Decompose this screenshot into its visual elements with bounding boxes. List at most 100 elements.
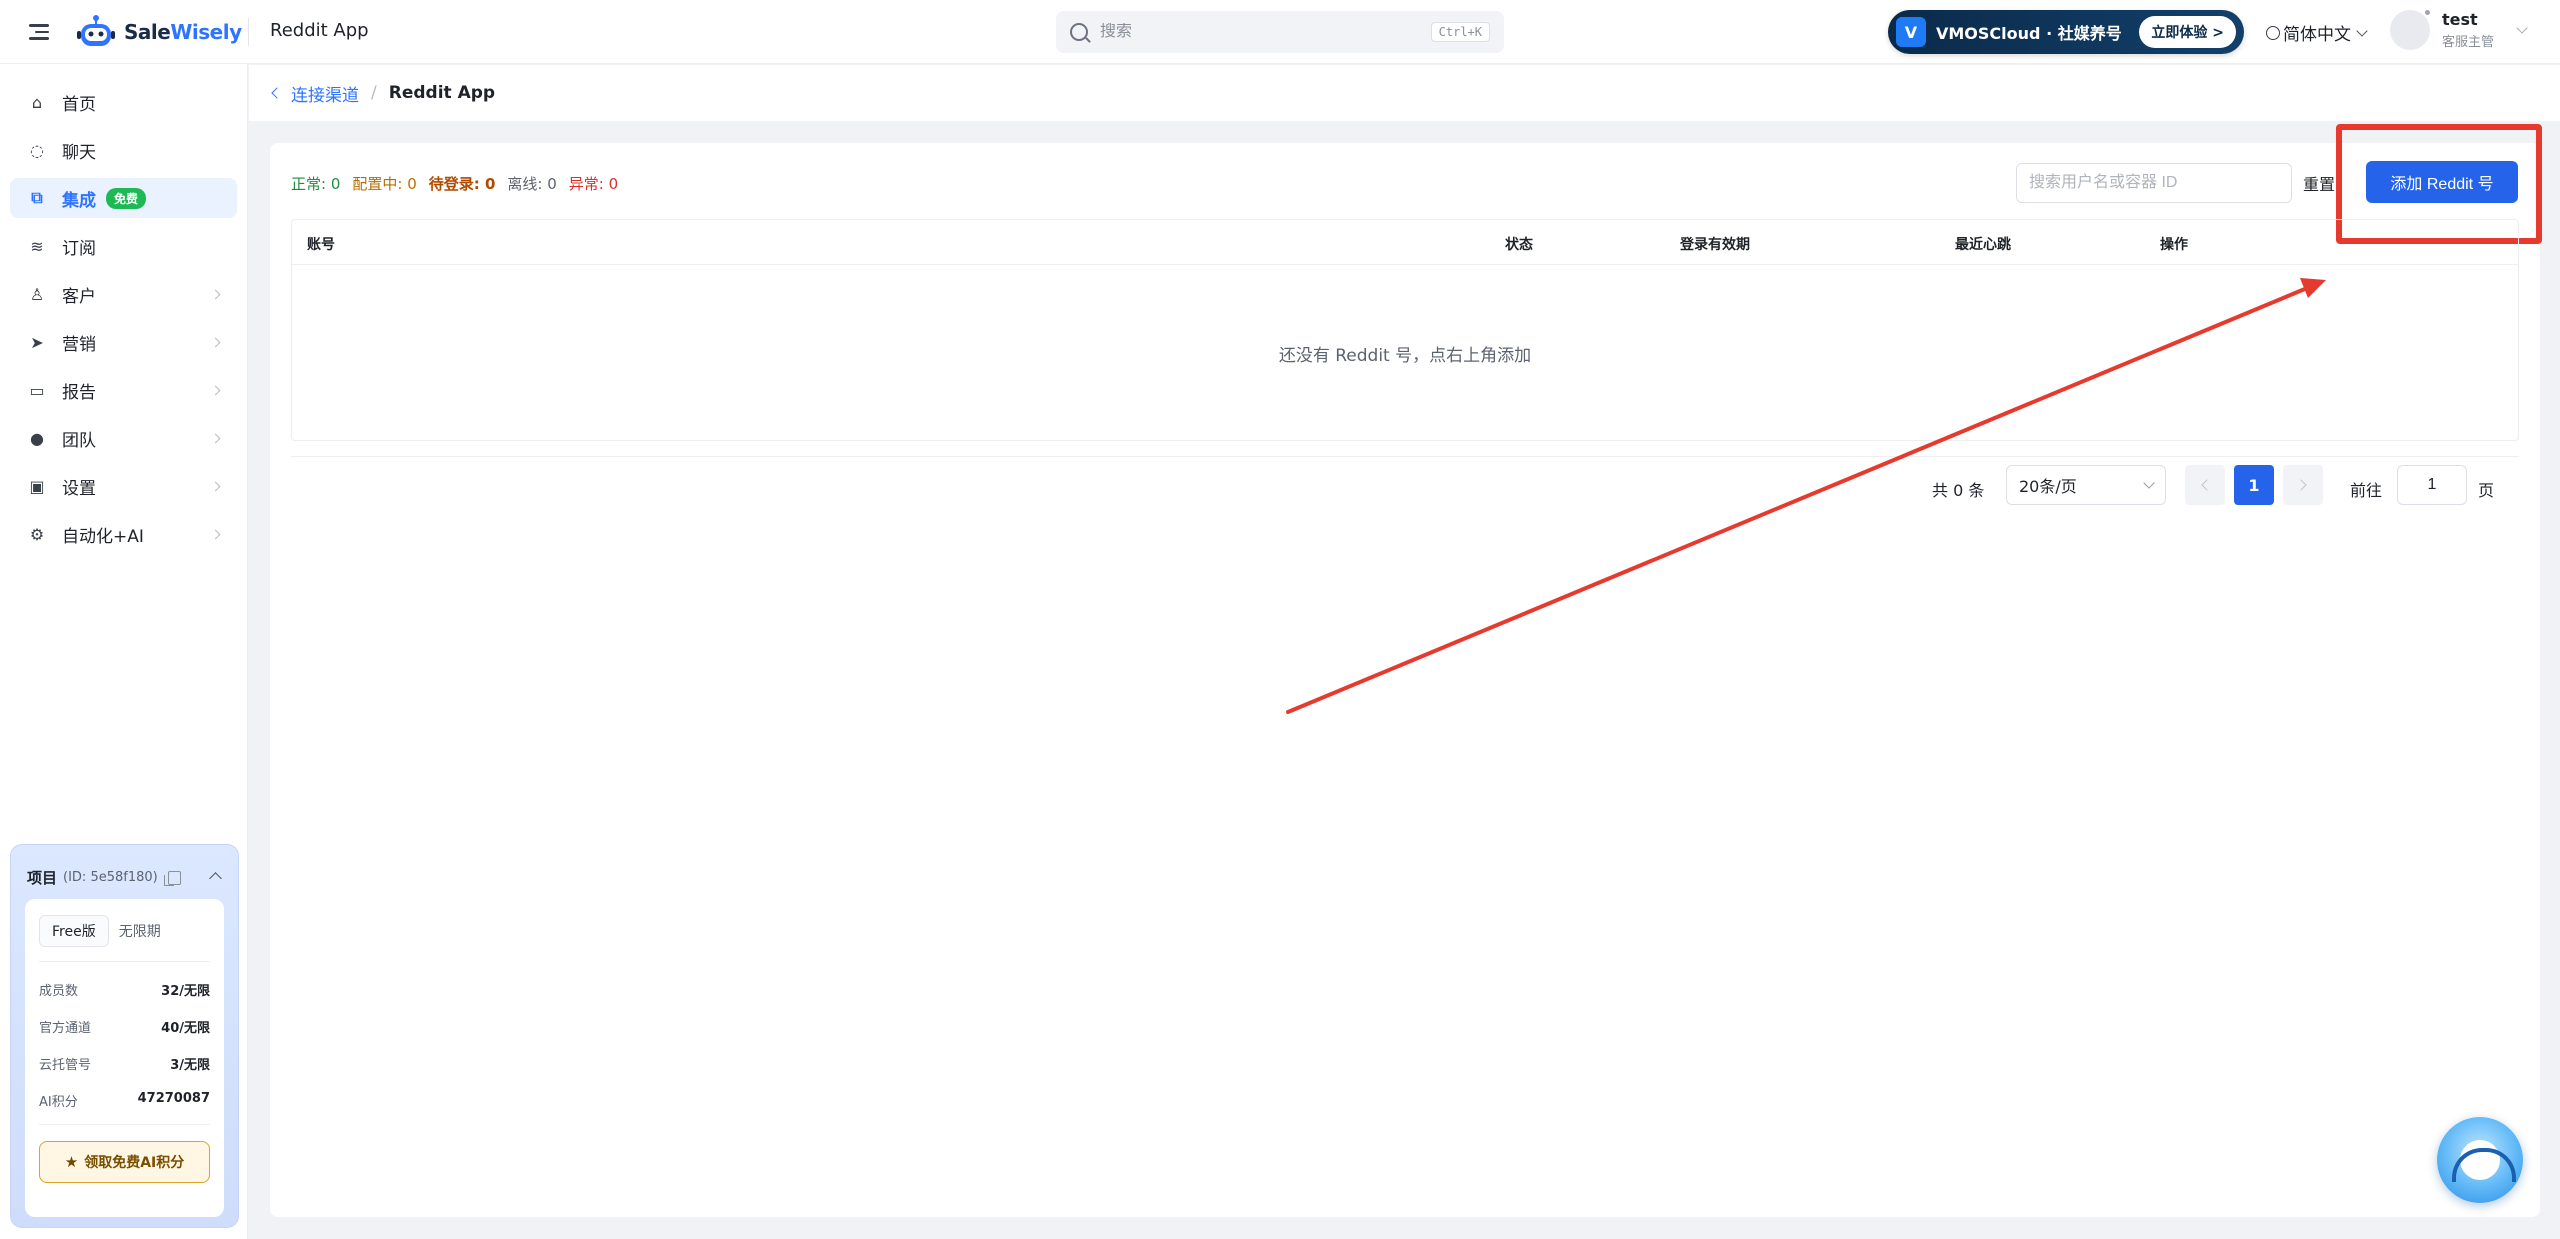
global-search-input[interactable]	[1100, 23, 1431, 41]
column-header-last-heartbeat: 最近心跳	[1955, 237, 2011, 253]
chevron-up-icon[interactable]	[209, 872, 222, 885]
user-role: 客服主管	[2442, 35, 2495, 50]
top-header: SaleWisely Reddit App Ctrl+K V VMOSCloud…	[0, 0, 2560, 64]
status-normal: 正常: 0	[291, 175, 341, 193]
status-error: 异常: 0	[568, 175, 619, 193]
marketing-icon: ➤	[30, 332, 44, 352]
customer-icon: ♙	[29, 284, 45, 304]
sidebar-item-label: 营销	[62, 334, 96, 355]
prev-page-button[interactable]	[2185, 465, 2225, 505]
settings-icon: ▣	[29, 476, 45, 496]
user-menu[interactable]: test 客服主管	[2390, 8, 2528, 50]
global-search[interactable]: Ctrl+K	[1056, 11, 1504, 53]
sidebar-item-label: 团队	[62, 430, 96, 451]
stat-value: 32/无限	[161, 984, 210, 999]
username-container-search-input[interactable]	[2016, 163, 2292, 203]
sidebar-item-integration[interactable]: ⧉ 集成 免费	[10, 178, 237, 218]
sidebar-item-label: 订阅	[62, 238, 96, 259]
goto-page-input[interactable]	[2397, 465, 2467, 505]
page-unit-label: 页	[2478, 481, 2495, 500]
accounts-table: 账号 状态 登录有效期 最近心跳 操作 还没有 Reddit 号，点右上角添加	[291, 219, 2519, 441]
add-reddit-account-button[interactable]: 添加 Reddit 号	[2366, 161, 2518, 203]
sidebar-item-team[interactable]: ● 团队	[10, 418, 237, 458]
customer-support-button[interactable]	[2437, 1117, 2523, 1203]
team-icon: ●	[30, 428, 44, 448]
page-number-button[interactable]: 1	[2234, 465, 2274, 505]
divider	[39, 1124, 210, 1125]
breadcrumb-parent-link[interactable]: 连接渠道	[291, 81, 359, 106]
column-header-status: 状态	[1505, 237, 1533, 253]
sidebar-item-label: 客户	[62, 286, 96, 307]
pagination: 共 0 条 20条/页 1 前往 页	[270, 465, 2540, 507]
integration-icon: ⧉	[31, 188, 43, 207]
copy-icon[interactable]	[163, 870, 181, 886]
sidebar-item-settings[interactable]: ▣ 设置	[10, 466, 237, 506]
project-details: Free版 无限期 成员数 32/无限 官方通道 40/无限 云托管号 3/无限…	[25, 899, 224, 1217]
sidebar-item-home[interactable]: ⌂ 首页	[10, 82, 237, 122]
sidebar-item-marketing[interactable]: ➤ 营销	[10, 322, 237, 362]
search-icon	[1070, 23, 1088, 41]
robot-logo-icon	[77, 15, 115, 46]
stat-row: 成员数 32/无限	[39, 980, 210, 999]
status-summary: 正常: 0 配置中: 0 待登录: 0 离线: 0 异常: 0	[291, 173, 618, 194]
sidebar-item-customer[interactable]: ♙ 客户	[10, 274, 237, 314]
chevron-right-icon	[210, 433, 221, 443]
sidebar-item-report[interactable]: ▭ 报告	[10, 370, 237, 410]
user-name: test	[2442, 10, 2478, 29]
header-divider	[248, 18, 249, 46]
project-id: (ID: 5e58f180)	[63, 870, 158, 885]
claim-ai-credits-button[interactable]: ★ 领取免费AI积分	[39, 1141, 210, 1183]
plan-term: 无限期	[118, 924, 161, 940]
logo-text: SaleWisely	[124, 20, 242, 44]
table-header: 账号 状态 登录有效期 最近心跳 操作	[292, 220, 2518, 265]
back-chevron-icon[interactable]	[271, 87, 283, 99]
promo-text: VMOSCloud · 社媒养号	[1936, 24, 2122, 43]
sidebar-nav: ⌂ 首页 ◌ 聊天 ⧉ 集成 免费 ≋ 订阅 ♙ 客户 ➤ 营销 ▭ 报告 ● …	[0, 64, 247, 554]
language-label: 简体中文	[2283, 25, 2351, 45]
sidebar-item-automation[interactable]: ⚙ 自动化+AI	[10, 514, 237, 554]
stat-label: 成员数	[39, 984, 79, 999]
column-header-account: 账号	[307, 237, 335, 253]
sidebar-item-label: 聊天	[62, 142, 96, 163]
stat-value: 3/无限	[170, 1058, 210, 1073]
stat-label: AI积分	[39, 1095, 78, 1110]
automation-icon: ⚙	[29, 524, 45, 544]
promo-try-button[interactable]: 立即体验 >	[2139, 16, 2236, 48]
stat-row: AI积分 47270087	[39, 1091, 210, 1110]
avatar	[2390, 8, 2432, 50]
subscription-icon: ≋	[30, 236, 44, 256]
promo-banner[interactable]: V VMOSCloud · 社媒养号 立即体验 >	[1888, 10, 2244, 54]
chevron-right-icon	[2295, 479, 2307, 491]
logo[interactable]: SaleWisely	[76, 14, 242, 50]
chevron-right-icon	[210, 289, 221, 299]
chat-icon: ◌	[30, 140, 44, 160]
project-header: 项目 (ID: 5e58f180)	[27, 867, 181, 888]
star-icon: ★	[64, 1153, 79, 1171]
status-pending-login: 待登录: 0	[428, 175, 496, 193]
sidebar: ⌂ 首页 ◌ 聊天 ⧉ 集成 免费 ≋ 订阅 ♙ 客户 ➤ 营销 ▭ 报告 ● …	[0, 64, 248, 1239]
plan-tag: Free版	[39, 915, 109, 947]
next-page-button[interactable]	[2283, 465, 2323, 505]
chevron-down-icon	[2143, 477, 2155, 489]
stat-label: 云托管号	[39, 1058, 92, 1073]
sidebar-item-label: 设置	[62, 478, 96, 499]
home-icon: ⌂	[31, 92, 43, 112]
breadcrumb: 连接渠道 / Reddit App	[249, 65, 2560, 121]
sidebar-item-label: 首页	[62, 94, 96, 115]
sidebar-item-label: 报告	[62, 382, 96, 403]
status-configuring: 配置中: 0	[352, 175, 417, 193]
status-offline: 离线: 0	[507, 175, 557, 193]
reset-button[interactable]: 重置	[2303, 171, 2335, 195]
page-size-select[interactable]: 20条/页	[2006, 465, 2166, 505]
sidebar-item-chat[interactable]: ◌ 聊天	[10, 130, 237, 170]
language-selector[interactable]: 简体中文	[2266, 20, 2368, 45]
stat-row: 官方通道 40/无限	[39, 1017, 210, 1036]
sidebar-item-subscription[interactable]: ≋ 订阅	[10, 226, 237, 266]
stat-value: 47270087	[137, 1091, 210, 1106]
project-card: 项目 (ID: 5e58f180) Free版 无限期 成员数 32/无限 官方…	[10, 844, 239, 1228]
status-dot	[2423, 8, 2432, 17]
column-header-actions: 操作	[2160, 237, 2188, 253]
menu-toggle-icon[interactable]	[27, 20, 51, 44]
breadcrumb-current: Reddit App	[388, 83, 496, 103]
stat-label: 官方通道	[39, 1021, 92, 1036]
